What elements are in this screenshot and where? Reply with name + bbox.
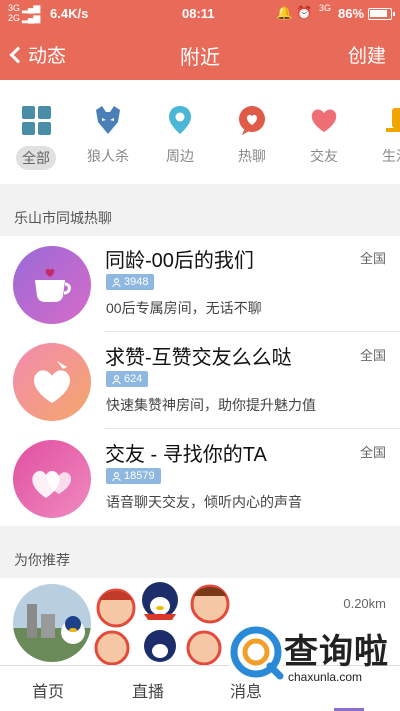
hot-room-list: 同龄-00后的我们 3948 00后专属房间，无话不聊 全国 求赞-互赞交友么么… xyxy=(0,236,400,526)
app-header: 动态 附近 创建 xyxy=(0,28,400,80)
alarm-icon: ⏰ xyxy=(296,5,317,20)
room-item[interactable]: 交友 - 寻找你的TA 18579 语音聊天交友，倾听内心的声音 全国 xyxy=(0,430,400,526)
battery-icon xyxy=(368,8,395,20)
room-avatar xyxy=(13,246,91,324)
life-icon xyxy=(380,104,400,136)
page-title: 附近 xyxy=(180,47,220,69)
room-scope: 全国 xyxy=(359,348,386,363)
create-button[interactable]: 创建 xyxy=(348,41,386,68)
clock: 08:11 xyxy=(182,6,215,21)
section-title-recommend: 为你推荐 xyxy=(14,552,70,568)
heart-icon xyxy=(308,104,340,136)
battery-percent: 86% xyxy=(338,6,365,21)
room-avatar xyxy=(13,440,91,518)
section-title-hot: 乐山市同城热聊 xyxy=(14,210,112,226)
room-name: 交友 - 寻找你的TA xyxy=(105,444,267,466)
member-count: 3948 xyxy=(124,276,149,288)
room-description: 00后专属房间，无话不聊 xyxy=(106,300,262,316)
category-life[interactable]: 生活 xyxy=(366,104,400,168)
status-bar: 3G ▂▄▆ 2G ▂▄▆ 6.4K/s 08:11 🔔⏰ 3G 86% xyxy=(0,0,400,28)
room-name: 求赞-互赞交友么么哒 xyxy=(105,347,292,369)
recommend-distance: 0.20km xyxy=(343,596,386,611)
nav-home[interactable]: 首页 xyxy=(32,678,64,702)
category-label: 交友 xyxy=(310,148,338,164)
room-scope: 全国 xyxy=(359,251,386,266)
category-label: 热聊 xyxy=(238,148,266,164)
category-label: 周边 xyxy=(166,148,194,164)
room-description: 快速集赞神房间，助你提升魅力值 xyxy=(106,397,316,413)
divider xyxy=(105,331,400,332)
network-right: 3G xyxy=(319,3,332,13)
divider xyxy=(105,428,400,429)
nav-live[interactable]: 直播 xyxy=(132,678,164,702)
werewolf-icon xyxy=(92,104,124,136)
chat-heart-icon xyxy=(236,104,268,136)
category-friends[interactable]: 交友 xyxy=(294,104,354,168)
category-label: 狼人杀 xyxy=(87,148,129,164)
person-icon xyxy=(112,374,121,384)
member-count: 624 xyxy=(124,373,143,385)
person-icon xyxy=(112,277,121,287)
room-avatar xyxy=(13,343,91,421)
room-item[interactable]: 同龄-00后的我们 3948 00后专属房间，无话不聊 全国 xyxy=(0,236,400,332)
watermark-domain: chaxunla.com xyxy=(288,670,363,684)
watermark-logo: 查询啦 chaxunla.com xyxy=(222,612,392,696)
category-bar: 全部 狼人杀 周边 热聊 交友 生 xyxy=(0,80,400,184)
member-count: 18579 xyxy=(124,470,155,482)
person-icon xyxy=(112,471,121,481)
watermark-brand: 查询啦 xyxy=(284,633,389,671)
category-label: 全部 xyxy=(16,146,56,170)
category-label: 生活 xyxy=(382,148,400,164)
category-hotchat[interactable]: 热聊 xyxy=(222,104,282,168)
member-count-badge: 3948 xyxy=(106,274,155,290)
member-count-badge: 624 xyxy=(106,371,149,387)
recommend-overlay-avatars xyxy=(92,578,232,668)
network-indicator: 3G ▂▄▆ 2G ▂▄▆ xyxy=(8,3,40,23)
network-speed: 6.4K/s xyxy=(50,6,89,21)
room-name: 同龄-00后的我们 xyxy=(105,250,254,272)
location-pin-icon xyxy=(164,104,196,136)
status-icons: 🔔⏰ xyxy=(276,5,316,21)
member-count-badge: 18579 xyxy=(106,468,161,484)
recommend-avatar xyxy=(13,584,91,662)
grid-icon xyxy=(20,106,52,138)
category-nearby[interactable]: 周边 xyxy=(150,104,210,168)
category-werewolf[interactable]: 狼人杀 xyxy=(78,104,138,168)
bell-icon: 🔔 xyxy=(276,5,297,20)
room-scope: 全国 xyxy=(359,445,386,460)
room-description: 语音聊天交友，倾听内心的声音 xyxy=(106,494,302,510)
room-item[interactable]: 求赞-互赞交友么么哒 624 快速集赞神房间，助你提升魅力值 全国 xyxy=(0,333,400,429)
category-all[interactable]: 全部 xyxy=(6,104,66,170)
